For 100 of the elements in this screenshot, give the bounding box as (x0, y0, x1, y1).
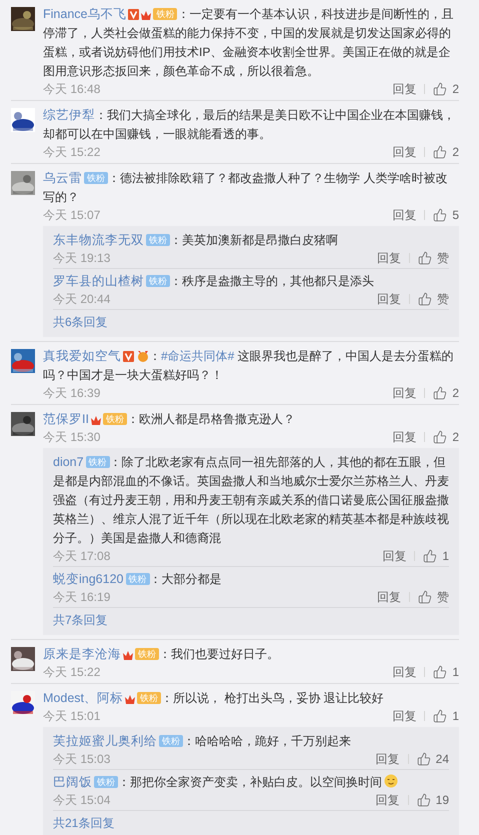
username-link[interactable]: Finance乌不飞 (43, 7, 126, 21)
like-button[interactable]: 赞 (418, 291, 449, 307)
reply-link[interactable]: 回复 (392, 429, 416, 445)
fan-badge: 铁粉 (146, 234, 170, 246)
like-button[interactable]: 2 (433, 385, 459, 401)
comment-text: 乌云雷 铁粉 ：德法被排除欧籍了？都改盎撒人种了？生物学 人类学啥时被改写的？ (43, 170, 448, 206)
fan-badge: 铁粉 (102, 413, 127, 425)
comment-time: 今天 15:01 (43, 708, 100, 724)
like-button[interactable]: 2 (433, 81, 459, 97)
username-link[interactable]: 综艺伊犁 (43, 108, 95, 122)
comment-time: 今天 17:08 (53, 548, 110, 564)
reply-link[interactable]: 回复 (392, 144, 416, 160)
reply-link[interactable]: 回复 (392, 207, 416, 223)
like-button[interactable]: 1 (433, 708, 459, 724)
comment-text: 东丰物流李无双 铁粉 ：美英加澳新都是昂撒白皮猪啊 (53, 232, 339, 249)
thumbs-up-icon (416, 793, 431, 807)
like-button[interactable]: 2 (433, 429, 459, 445)
reply-link[interactable]: 回复 (392, 385, 416, 401)
comment-time: 今天 15:22 (43, 664, 100, 680)
thumbs-up-icon (416, 752, 431, 766)
comment-text: 范保罗II 铁粉 ：欧洲人都是昂格鲁撒克逊人？ (43, 411, 296, 428)
reply-link[interactable]: 回复 (376, 792, 400, 808)
hashtag-link[interactable]: #命运共同体# (161, 349, 234, 363)
thumbs-up-icon (433, 82, 448, 96)
thumbs-up-icon (423, 549, 438, 563)
thumbs-up-icon (418, 292, 432, 306)
medal-icon (136, 350, 149, 362)
fan-badge: 铁粉 (135, 648, 159, 660)
comment-time: 今天 15:22 (43, 144, 100, 160)
reply-link[interactable]: 回复 (392, 81, 416, 97)
username-link[interactable]: 东丰物流李无双 (53, 233, 144, 247)
comment-time: 今天 15:03 (53, 751, 110, 767)
comment-time: 今天 16:39 (43, 385, 100, 401)
reply-link[interactable]: 回复 (377, 589, 401, 605)
comment-time: 今天 15:07 (43, 207, 100, 223)
comment-text: Finance乌不飞 铁粉 ：一定要有一个基本认识，科技进步是间断性的，且停滞了，人类社会做蛋糕的能力保持不变，中国的发展就是切发达国家必得的蛋糕，或者说妨碍他们用技术IP、金融资本收割全世界。美国正在做的就是企图用意识形态扳回来，颜色革命不成，所以很着急。 (43, 6, 454, 80)
reply-link[interactable]: 回复 (392, 664, 416, 680)
crown-icon (125, 694, 135, 704)
reply-link[interactable]: 回复 (392, 708, 416, 724)
like-button[interactable]: 5 (433, 207, 459, 223)
like-button[interactable]: 1 (423, 548, 449, 564)
username-link[interactable]: 原来是李沧海 (43, 647, 121, 661)
fan-badge: 铁粉 (153, 8, 178, 20)
thumbs-up-icon (418, 590, 432, 604)
reply-link[interactable]: 回复 (382, 548, 406, 564)
fan-badge: 铁粉 (126, 573, 150, 585)
comment-time: 今天 20:44 (53, 291, 110, 307)
reply-link[interactable]: 回复 (376, 751, 400, 767)
like-button[interactable]: 赞 (418, 250, 449, 266)
verified-icon (123, 351, 134, 362)
like-button[interactable]: 24 (416, 751, 449, 767)
thumbs-up-icon (433, 430, 448, 444)
comment-text: 蜕变ing6120 铁粉 ：大部分都是 (53, 571, 222, 588)
fan-badge: 铁粉 (137, 692, 161, 704)
username-link[interactable]: 真我爱如空气 (43, 349, 121, 363)
comment-text: Modest、阿标 铁粉 ：所以说， 枪打出头鸟，妥协 退让比较好 (43, 690, 385, 707)
like-button[interactable]: 赞 (418, 589, 449, 605)
username-link[interactable]: 巴阔饭 (53, 775, 92, 789)
fan-badge: 铁粉 (159, 735, 183, 747)
username-link[interactable]: 范保罗II (43, 412, 89, 426)
fan-badge: 铁粉 (84, 172, 108, 184)
more-replies-link[interactable]: 共6条回复 (53, 310, 108, 333)
comment-time: 今天 15:30 (43, 429, 100, 445)
crown-icon (123, 650, 133, 660)
comment-text: 巴阔饭 铁粉 ：那把你全家资产变卖，补贴白皮。以空间换时间 (53, 773, 449, 792)
like-button[interactable]: 2 (433, 144, 459, 160)
thumbs-up-icon (433, 386, 448, 400)
fan-badge: 铁粉 (146, 275, 170, 287)
reply-link[interactable]: 回复 (377, 291, 401, 307)
thumbs-up-icon (433, 709, 448, 723)
username-link[interactable]: 罗车县的山楂树 (53, 274, 144, 288)
thumbs-up-icon (433, 208, 448, 222)
comment-time: 今天 16:19 (53, 589, 110, 605)
comment-text: dion7 铁粉 ：除了北欧老家有点点同一祖先部落的人，其他的都在五眼，但是都是内部混血的不像话。英国盎撒人和当地威尔士爱尔兰苏格兰人、丹麦强盗（有过丹麦王朝，用和丹麦王朝有亲戚关系的借口诺曼底公国征服盎撒英格兰）、维京人混了近千年（所以现在北欧老家的精英基本都是种族歧视分子。）美国是盎撒人和德裔混 (53, 454, 449, 547)
thumbs-up-icon (418, 251, 432, 265)
username-link[interactable]: dion7 (53, 455, 84, 469)
username-link[interactable]: 蜕变ing6120 (53, 572, 124, 586)
thumbs-up-icon (433, 665, 448, 679)
comment-time: 今天 19:13 (53, 250, 110, 266)
reply-link[interactable]: 回复 (377, 250, 401, 266)
like-button[interactable]: 1 (433, 664, 459, 680)
comment-text: 真我爱如空气 ：#命运共同体# 这眼界我也是醉了，中国人是去分蛋糕的吗？中国才是一块大蛋糕好吗？！ (43, 348, 455, 384)
more-replies-link[interactable]: 共21条回复 (53, 811, 114, 834)
crown-icon (141, 10, 152, 20)
comment-time: 今天 16:48 (43, 81, 100, 97)
more-replies-link[interactable]: 共7条回复 (53, 608, 108, 631)
like-button[interactable]: 19 (416, 792, 449, 808)
crown-icon (90, 415, 101, 425)
fan-badge: 铁粉 (86, 456, 110, 468)
username-link[interactable]: Modest、阿标 (43, 691, 123, 705)
comment-text: 罗车县的山楂树 铁粉 ：秩序是盎撒主导的，其他都只是添头 (53, 273, 375, 290)
username-link[interactable]: 乌云雷 (43, 171, 82, 185)
username-link[interactable]: 芙拉姬蜜儿奥利给 (53, 734, 157, 748)
thumbs-up-icon (433, 145, 448, 159)
comment-time: 今天 15:04 (53, 792, 110, 808)
comment-text: 芙拉姬蜜儿奥利给 铁粉 ：哈哈哈哈，跪好，千万别起来 (53, 733, 352, 750)
fan-badge: 铁粉 (94, 776, 118, 788)
comment-text: 原来是李沧海 铁粉 ：我们也要过好日子。 (43, 646, 280, 663)
comment-text: 综艺伊犁：我们大搞全球化，最后的结果是美日欧不让中国企业在本国赚钱，却都可以在中国赚钱，一眼就能看透的事。 (43, 107, 456, 143)
verified-icon (128, 9, 140, 20)
